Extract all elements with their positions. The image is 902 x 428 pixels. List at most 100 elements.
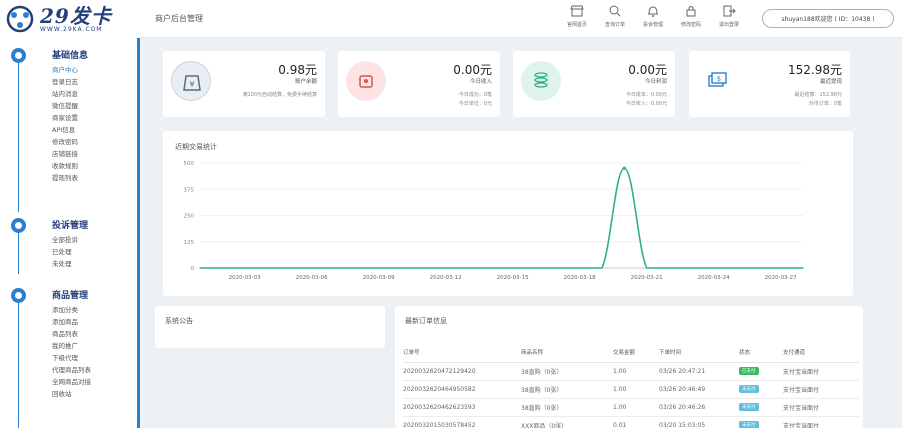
sidebar-item-processed[interactable]: 已处理: [52, 246, 88, 258]
cell-order-no: 2020032015030578452: [403, 416, 521, 428]
data-point[interactable]: [489, 267, 491, 269]
table-row[interactable]: 2020032620472129420 38直购（0张） 1.00 03/26 20:…: [403, 362, 859, 381]
table-row[interactable]: 2020032620462623593 38直购（0张） 1.00 03/26 20:…: [403, 398, 859, 417]
cell-amount: 1.00: [613, 398, 659, 417]
nav-home[interactable]: 官网首页: [558, 4, 596, 28]
cell-order-no: 2020032620472129420: [403, 362, 521, 381]
stat-card-today-income: 0.00元 今日收入 今日成功：0笔 今日单位：0元: [338, 51, 500, 117]
sidebar-item-all-complaints[interactable]: 全部投诉: [52, 234, 88, 246]
user-info[interactable]: shuyan188欢迎您 ( ID：10438 ): [762, 9, 894, 28]
data-point[interactable]: [534, 267, 536, 269]
data-point[interactable]: [244, 267, 246, 269]
orders-header-row: 订单号 商品名称 交易金额 下单时间 状态 支付通道: [403, 342, 859, 363]
col-goods-name: 商品名称: [521, 342, 613, 363]
logo-icon: [6, 5, 34, 33]
cell-order-time: 03/26 20:46:26: [659, 398, 739, 417]
y-tick-label: 125: [184, 240, 195, 246]
sidebar-item-unprocessed[interactable]: 未处理: [52, 258, 88, 270]
cash-icon: $: [697, 61, 737, 101]
cell-order-time: 03/26 20:47:21: [659, 362, 739, 381]
sidebar-item-api[interactable]: API信息: [52, 124, 88, 136]
cell-status: 已支付: [739, 362, 783, 381]
nav-query-order[interactable]: 查询订单: [596, 4, 634, 28]
sidebar-item-add-goods[interactable]: 添加商品: [52, 316, 91, 328]
y-tick-label: 375: [184, 187, 195, 193]
lock-icon: [686, 6, 696, 17]
trade-chart-card: 近期交易统计 500 375 250 125 0 2020-03-03 2020-03-06…: [163, 131, 853, 296]
data-point[interactable]: [512, 267, 514, 269]
data-point[interactable]: [622, 166, 626, 170]
data-point[interactable]: [780, 267, 782, 269]
sidebar-item-withdraw-list[interactable]: 提现列表: [52, 172, 88, 184]
page-title: 商户后台管理: [155, 14, 203, 23]
sidebar-item-sub-agent[interactable]: 下级代理: [52, 352, 91, 364]
sidebar-item-merchant-center[interactable]: 商户中心: [52, 64, 88, 76]
x-tick-label: 2020-03-27: [765, 275, 797, 281]
status-badge: 未支付: [739, 403, 759, 411]
sidebar-item-login-log[interactable]: 登录日志: [52, 76, 88, 88]
data-point[interactable]: [713, 267, 715, 269]
col-status: 状态: [739, 342, 783, 363]
x-tick-label: 2020-03-12: [430, 275, 462, 281]
logo[interactable]: 29发卡 WWW.29KA.COM: [0, 0, 140, 38]
sidebar-item-wechat-remind[interactable]: 微信提醒: [52, 100, 88, 112]
top-header: 29发卡 WWW.29KA.COM 商户后台管理 官网首页 查询订单 投诉管理 …: [0, 0, 902, 38]
sidebar-item-promotion[interactable]: 我的推广: [52, 340, 91, 352]
stat-label: 今日利润: [644, 79, 667, 85]
stat-value: 0.00元: [453, 63, 492, 77]
sidebar-group-title[interactable]: 商品管理: [52, 288, 91, 304]
sidebar-item-messages[interactable]: 站内消息: [52, 88, 88, 100]
sidebar-item-password[interactable]: 修改密码: [52, 136, 88, 148]
data-point[interactable]: [646, 267, 648, 269]
data-point[interactable]: [199, 267, 201, 269]
sidebar-item-payment-rules[interactable]: 收款规则: [52, 160, 88, 172]
table-row[interactable]: 2020032015030578452 XXX商品（0张） 0.01 03/20 15…: [403, 416, 859, 428]
sidebar-item-agent-goods[interactable]: 代理商品列表: [52, 364, 91, 376]
sidebar-item-network-goods[interactable]: 全网商品对接: [52, 376, 91, 388]
x-tick-label: 2020-03-18: [564, 275, 596, 281]
table-row[interactable]: 2020032620464950582 38直购（0张） 1.00 03/26 20:…: [403, 380, 859, 399]
nav-complaints-label: 投诉管理: [642, 22, 663, 28]
sidebar-group-basic: 基础信息 商户中心 登录日志 站内消息 微信提醒 商家设置 API信息 修改密码…: [0, 48, 88, 184]
data-point[interactable]: [757, 267, 759, 269]
data-point[interactable]: [378, 267, 380, 269]
cell-pay-channel: 支付宝当面付: [783, 362, 859, 381]
data-point[interactable]: [735, 267, 737, 269]
data-point[interactable]: [601, 267, 603, 269]
data-point[interactable]: [311, 267, 313, 269]
sidebar-group-title[interactable]: 基础信息: [52, 48, 88, 64]
sidebar-item-shop-link[interactable]: 店铺链接: [52, 148, 88, 160]
data-point[interactable]: [288, 267, 290, 269]
y-tick-label: 500: [184, 161, 195, 167]
sidebar-item-shop-settings[interactable]: 商家设置: [52, 112, 88, 124]
nav-query-order-label: 查询订单: [604, 22, 625, 28]
notice-title: 系统公告: [165, 317, 193, 325]
nav-change-password[interactable]: 修改密码: [672, 4, 710, 28]
data-point[interactable]: [221, 267, 223, 269]
data-point[interactable]: [690, 267, 692, 269]
data-point[interactable]: [355, 267, 357, 269]
sidebar-item-recycle-bin[interactable]: 回收站: [52, 388, 91, 400]
data-point[interactable]: [445, 267, 447, 269]
data-point[interactable]: [467, 267, 469, 269]
data-point[interactable]: [556, 267, 558, 269]
data-point[interactable]: [579, 267, 581, 269]
sidebar-item-add-category[interactable]: 添加分类: [52, 304, 91, 316]
data-point[interactable]: [802, 267, 804, 269]
data-point[interactable]: [400, 267, 402, 269]
data-point[interactable]: [422, 267, 424, 269]
data-point[interactable]: [266, 267, 268, 269]
nav-complaints[interactable]: 投诉管理: [634, 4, 672, 28]
data-point[interactable]: [333, 267, 335, 269]
sidebar-group-complaints: 投诉管理 全部投诉 已处理 未处理: [0, 218, 88, 270]
coins-icon: [521, 61, 561, 101]
data-point[interactable]: [668, 267, 670, 269]
col-order-no: 订单号: [403, 342, 521, 363]
logout-icon: [723, 5, 736, 17]
x-tick-label: 2020-03-21: [631, 275, 663, 281]
sidebar-group-title[interactable]: 投诉管理: [52, 218, 88, 234]
sidebar-group-goods: 商品管理 添加分类 添加商品 商品列表 我的推广 下级代理 代理商品列表 全网商…: [0, 288, 91, 400]
sidebar-item-goods-list[interactable]: 商品列表: [52, 328, 91, 340]
svg-text:¥: ¥: [189, 80, 194, 89]
nav-logout[interactable]: 退出登录: [710, 4, 748, 28]
